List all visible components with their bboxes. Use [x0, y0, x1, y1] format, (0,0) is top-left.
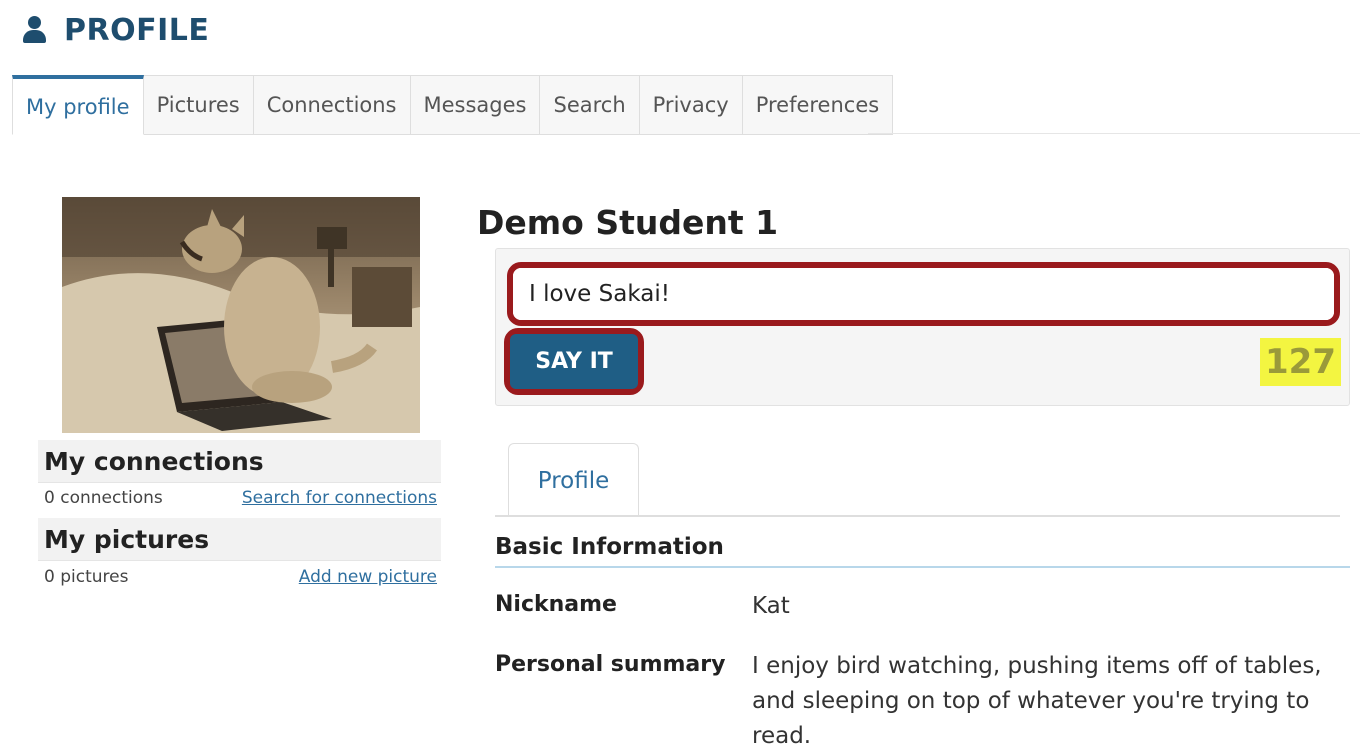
character-counter: 127	[1260, 338, 1341, 386]
tab-search[interactable]: Search	[540, 75, 640, 135]
page-header: PROFILE	[22, 12, 209, 48]
profile-subtabs: Profile	[508, 443, 639, 517]
profile-photo[interactable]	[62, 197, 420, 433]
tab-preferences[interactable]: Preferences	[742, 75, 894, 135]
connections-count: 0 connections	[44, 488, 163, 508]
tab-connections[interactable]: Connections	[253, 75, 411, 135]
personal-summary-value: I enjoy bird watching, pushing items off…	[752, 653, 1322, 747]
page-title: PROFILE	[64, 12, 210, 48]
connections-row: 0 connections Search for connections	[44, 488, 437, 508]
say-it-button[interactable]: SAY IT	[510, 334, 638, 389]
tab-pictures[interactable]: Pictures	[143, 75, 254, 135]
add-picture-link[interactable]: Add new picture	[299, 567, 437, 587]
subtabs-divider	[495, 515, 1340, 517]
nickname-label: Nickname	[495, 592, 617, 617]
status-panel: SAY IT 127	[495, 248, 1350, 406]
status-input[interactable]	[513, 268, 1334, 320]
tabs-divider	[868, 133, 1360, 134]
tool-tabs: My profile Pictures Connections Messages…	[12, 75, 894, 135]
pictures-count: 0 pictures	[44, 567, 129, 587]
basic-information-heading: Basic Information	[495, 534, 724, 560]
user-icon	[22, 16, 48, 44]
say-it-highlight: SAY IT	[504, 328, 644, 395]
pictures-row: 0 pictures Add new picture	[44, 567, 437, 587]
profile-name: Demo Student 1	[477, 203, 779, 242]
status-input-highlight	[507, 262, 1340, 326]
search-connections-link[interactable]: Search for connections	[242, 488, 437, 508]
tab-profile[interactable]: Profile	[508, 443, 639, 517]
section-divider	[495, 566, 1350, 568]
tab-privacy[interactable]: Privacy	[639, 75, 743, 135]
my-connections-heading: My connections	[38, 440, 441, 483]
tab-messages[interactable]: Messages	[410, 75, 541, 135]
nickname-value: Kat	[752, 593, 790, 619]
my-pictures-heading: My pictures	[38, 518, 441, 561]
tab-my-profile[interactable]: My profile	[12, 75, 144, 135]
personal-summary-label: Personal summary	[495, 652, 726, 677]
